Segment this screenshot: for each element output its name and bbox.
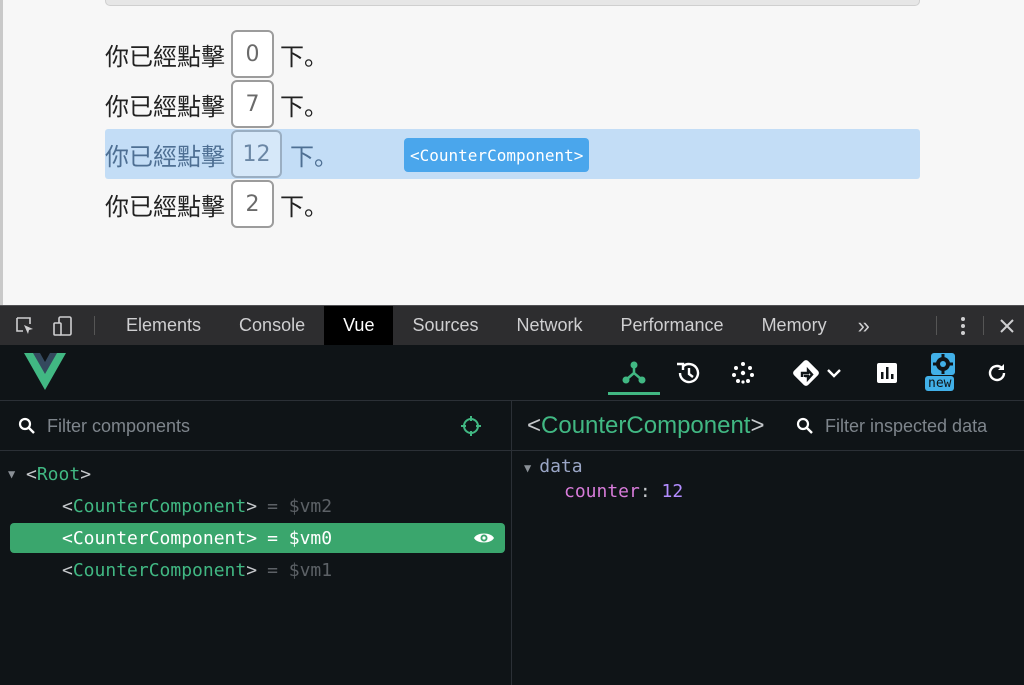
component-filter-bar: Filter components [0, 401, 512, 451]
filter-components-input[interactable]: Filter components [47, 416, 190, 437]
tab-memory[interactable]: Memory [743, 306, 846, 345]
tag-open: < [62, 559, 73, 581]
property-colon: : [639, 481, 651, 502]
tab-network[interactable]: Network [498, 306, 602, 345]
performance-chart-icon[interactable] [870, 357, 904, 389]
close-icon[interactable] [990, 306, 1024, 345]
component-name: CounterComponent [72, 559, 247, 581]
tag-close: > [750, 412, 765, 439]
component-name: CounterComponent [541, 412, 751, 439]
search-icon [796, 417, 814, 440]
counter-suffix: 下。 [280, 92, 328, 121]
components-tree-icon[interactable] [608, 351, 660, 395]
component-name: CounterComponent [72, 527, 247, 549]
settings-gear-icon[interactable]: new [925, 353, 958, 391]
filter-data-input[interactable]: Filter inspected data [825, 416, 987, 437]
toolbar-divider [94, 316, 95, 335]
search-icon [18, 417, 36, 440]
tab-elements[interactable]: Elements [107, 306, 220, 345]
counter-label: 你已經點擊 [105, 192, 225, 221]
counter-button[interactable]: 7 [231, 80, 274, 128]
vm-reference: = $vm2 [267, 495, 333, 517]
vuex-icon[interactable] [726, 357, 760, 389]
counter-label: 你已經點擊 [105, 92, 225, 121]
tag-open: < [62, 495, 73, 517]
tree-node[interactable]: < CounterComponent > = $vm2 [10, 491, 505, 521]
section-label: data [539, 456, 583, 477]
inspector-header: <CounterComponent> Filter inspected data [512, 401, 1024, 451]
data-property[interactable]: counter: 12 [564, 481, 683, 502]
toolbar-divider [936, 316, 937, 335]
counter-row: 你已經點擊 2 下。 [105, 179, 920, 229]
tab-console[interactable]: Console [220, 306, 324, 345]
refresh-icon[interactable] [982, 357, 1012, 389]
tag-close: > [246, 495, 258, 517]
collapse-triangle-icon[interactable]: ▼ [524, 461, 531, 475]
counter-row: 你已經點擊 7 下。 [105, 79, 920, 129]
tab-sources[interactable]: Sources [393, 306, 497, 345]
counter-suffix: 下。 [290, 142, 338, 171]
vue-devtools-header: new [0, 345, 1024, 401]
counter-suffix: 下。 [280, 192, 328, 221]
tag-close: > [246, 527, 258, 549]
vm-reference: = $vm0 [267, 527, 333, 549]
inspector-panel: <CounterComponent> Filter inspected data… [512, 401, 1024, 685]
tag-close: > [246, 559, 258, 581]
new-badge: new [925, 376, 955, 391]
component-name: CounterComponent [72, 495, 247, 517]
collapse-triangle-icon[interactable]: ▼ [8, 467, 26, 481]
history-icon[interactable] [672, 357, 706, 389]
more-tabs-button[interactable]: » [846, 306, 882, 345]
target-icon[interactable] [460, 415, 482, 442]
tree-node-selected[interactable]: < CounterComponent > = $vm0 [10, 523, 505, 553]
counter-row: 你已經點擊 0 下。 [105, 29, 920, 79]
eye-icon[interactable] [473, 530, 495, 551]
tab-performance[interactable]: Performance [602, 306, 743, 345]
counter-label: 你已經點擊 [105, 42, 225, 71]
component-highlight-tag: <CounterComponent> [404, 138, 590, 172]
vue-logo-icon [24, 353, 66, 396]
tag-close: > [80, 463, 92, 485]
page-viewport: 你已經點擊 0 下。 你已經點擊 7 下。 你已經點擊 12 下。 你已經點擊 … [0, 0, 1024, 305]
counter-label: 你已經點擊 [105, 142, 225, 171]
more-options-icon[interactable] [949, 306, 977, 345]
inspect-element-icon[interactable] [6, 306, 44, 345]
devtools-tab-bar: Elements Console Vue Sources Network Per… [0, 305, 1024, 345]
tab-vue[interactable]: Vue [324, 306, 394, 345]
inspected-component-title: <CounterComponent> [527, 412, 765, 440]
property-key: counter [564, 481, 640, 502]
router-icon[interactable] [786, 357, 848, 389]
counter-suffix: 下。 [280, 42, 328, 71]
tag-open: < [26, 463, 37, 485]
page-top-bar [105, 0, 920, 6]
counter-button[interactable]: 2 [231, 180, 274, 228]
toolbar-divider [983, 316, 984, 335]
page-left-edge [0, 0, 3, 305]
component-name: Root [36, 463, 81, 485]
counter-button[interactable]: 12 [231, 130, 282, 178]
tag-open: < [527, 412, 542, 439]
device-toggle-icon[interactable] [44, 306, 82, 345]
vm-reference: = $vm1 [267, 559, 333, 581]
tree-node[interactable]: < CounterComponent > = $vm1 [10, 555, 505, 585]
property-value[interactable]: 12 [662, 481, 684, 502]
components-panel: Filter components ▼ < Root > < CounterCompo… [0, 401, 512, 685]
tree-root[interactable]: ▼ < Root > [0, 459, 495, 489]
counter-button[interactable]: 0 [231, 30, 274, 78]
data-section-header[interactable]: ▼ data [524, 456, 583, 477]
tag-open: < [62, 527, 73, 549]
